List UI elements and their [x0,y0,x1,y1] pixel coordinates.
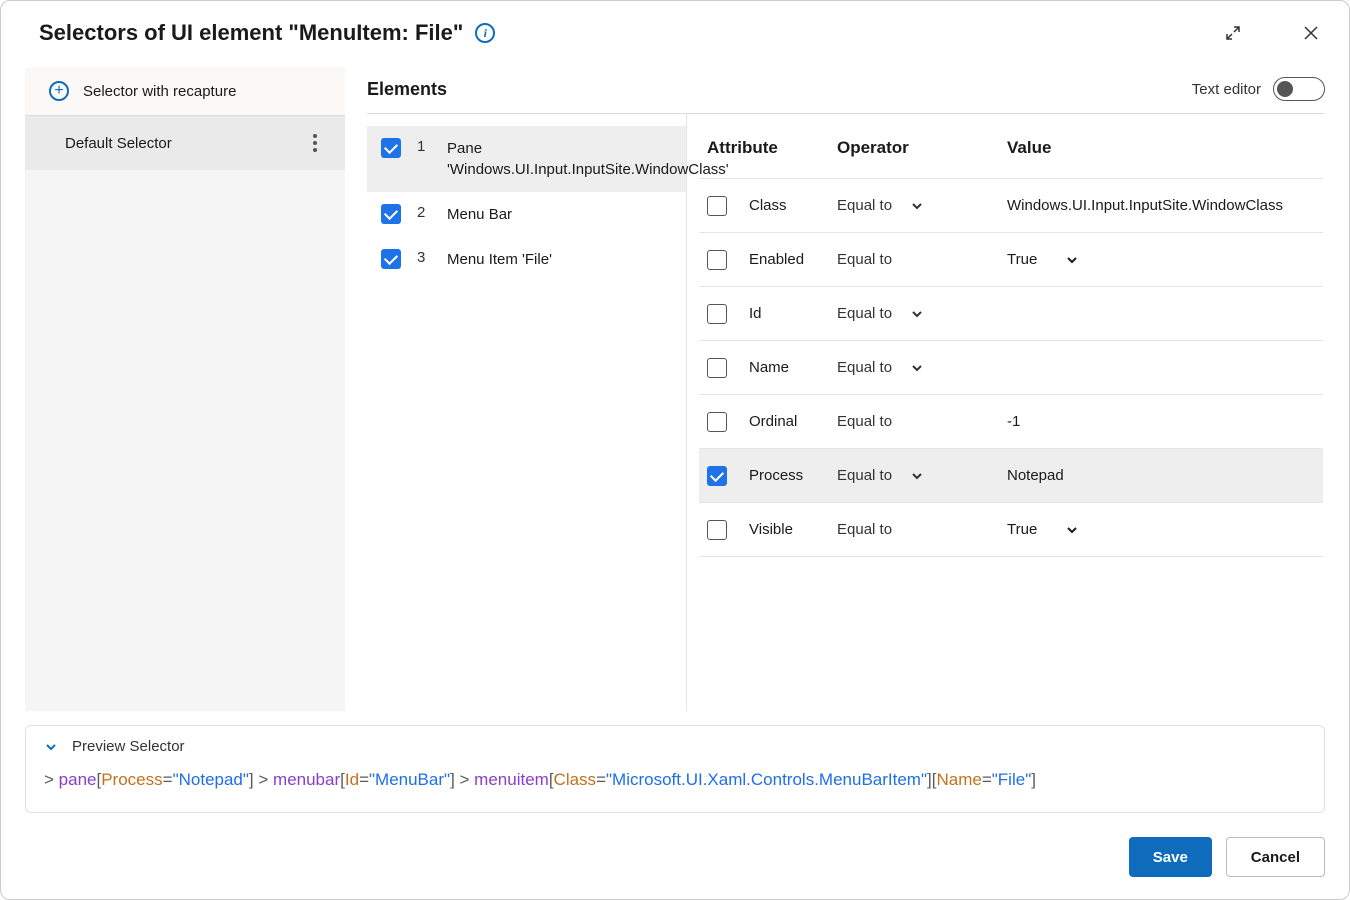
elements-list: 1 Pane 'Windows.UI.Input.InputSite.Windo… [367,114,687,711]
operator-dropdown[interactable]: Equal to [837,521,1007,538]
cancel-button[interactable]: Cancel [1226,837,1325,877]
attribute-value: Windows.UI.Input.InputSite.WindowClass [1007,197,1283,214]
operator-value: Equal to [837,305,892,322]
element-number: 1 [417,138,431,155]
operator-dropdown[interactable]: Equal to [837,197,1007,214]
attribute-name: Visible [749,521,837,538]
toggle-knob [1277,81,1293,97]
attribute-name: Name [749,359,837,376]
save-button[interactable]: Save [1129,837,1212,877]
info-icon[interactable]: i [475,23,495,43]
dialog-footer: Save Cancel [25,837,1325,877]
chevron-down-icon [1065,523,1079,537]
chevron-down-icon [44,740,58,754]
col-operator: Operator [837,138,1007,158]
attribute-name: Class [749,197,837,214]
attribute-row: Process Equal to Notepad [699,448,1323,502]
chevron-down-icon [910,199,924,213]
selector-with-recapture-button[interactable]: + Selector with recapture [25,67,345,116]
value-cell[interactable]: True [1007,251,1315,268]
element-number: 3 [417,249,431,266]
attributes-header: Attribute Operator Value [699,114,1323,178]
attribute-row: Name Equal to [699,340,1323,394]
operator-value: Equal to [837,251,892,268]
col-value: Value [1007,138,1315,158]
recapture-label: Selector with recapture [83,83,236,100]
attribute-checkbox[interactable] [707,250,727,270]
attribute-row: Visible Equal to True [699,502,1323,556]
close-icon[interactable] [1297,19,1325,47]
expand-icon[interactable] [1219,19,1247,47]
attributes-panel: Attribute Operator Value Class Equal to … [687,114,1325,711]
preview-selector-text: > pane[Process="Notepad"] > menubar[Id="… [44,765,1306,796]
selector-builder-dialog: Selectors of UI element "MenuItem: File"… [0,0,1350,900]
operator-dropdown[interactable]: Equal to [837,359,1007,376]
value-cell[interactable]: Notepad [1007,467,1315,484]
dialog-title: Selectors of UI element "MenuItem: File" [39,20,463,46]
sidebar-selector-item[interactable]: Default Selector [25,116,345,170]
element-checkbox[interactable] [381,249,401,269]
value-cell[interactable]: True [1007,521,1315,538]
main-panel: Elements Text editor 1 Pane 'Windows.UI.… [345,67,1325,711]
operator-value: Equal to [837,413,892,430]
attribute-name: Process [749,467,837,484]
dialog-body: + Selector with recapture Default Select… [25,67,1325,711]
preview-header[interactable]: Preview Selector [44,738,1306,755]
attribute-checkbox[interactable] [707,466,727,486]
operator-dropdown[interactable]: Equal to [837,305,1007,322]
attribute-checkbox[interactable] [707,520,727,540]
col-attribute: Attribute [707,138,837,158]
text-editor-toggle[interactable] [1273,77,1325,101]
value-cell[interactable]: -1 [1007,413,1315,430]
operator-value: Equal to [837,521,892,538]
attribute-value: True [1007,521,1037,538]
operator-value: Equal to [837,197,892,214]
main-header: Elements Text editor [367,67,1325,114]
operator-dropdown[interactable]: Equal to [837,467,1007,484]
attribute-value: -1 [1007,413,1020,430]
attribute-name: Enabled [749,251,837,268]
attribute-name: Id [749,305,837,322]
text-editor-label: Text editor [1192,81,1261,98]
element-number: 2 [417,204,431,221]
element-row[interactable]: 2 Menu Bar [367,192,686,237]
chevron-down-icon [1065,253,1079,267]
element-row[interactable]: 1 Pane 'Windows.UI.Input.InputSite.Windo… [367,126,686,192]
attribute-value: True [1007,251,1037,268]
element-label: Menu Item 'File' [447,249,552,270]
attribute-checkbox[interactable] [707,304,727,324]
chevron-down-icon [910,361,924,375]
attribute-row: Enabled Equal to True [699,232,1323,286]
attribute-row: Id Equal to [699,286,1323,340]
dialog-header: Selectors of UI element "MenuItem: File"… [25,19,1325,47]
selector-label: Default Selector [65,135,172,152]
attribute-row: Ordinal Equal to -1 [699,394,1323,448]
sidebar: + Selector with recapture Default Select… [25,67,345,711]
attribute-name: Ordinal [749,413,837,430]
attribute-value: Notepad [1007,467,1064,484]
attribute-row: Class Equal to Windows.UI.Input.InputSit… [699,178,1323,232]
attribute-checkbox[interactable] [707,196,727,216]
chevron-down-icon [910,469,924,483]
operator-dropdown[interactable]: Equal to [837,413,1007,430]
chevron-down-icon [910,307,924,321]
attribute-checkbox[interactable] [707,358,727,378]
element-checkbox[interactable] [381,204,401,224]
preview-label: Preview Selector [72,738,185,755]
value-cell[interactable]: Windows.UI.Input.InputSite.WindowClass [1007,197,1315,214]
preview-selector-panel: Preview Selector > pane[Process="Notepad… [25,725,1325,813]
operator-dropdown[interactable]: Equal to [837,251,1007,268]
operator-value: Equal to [837,467,892,484]
element-row[interactable]: 3 Menu Item 'File' [367,237,686,282]
attribute-checkbox[interactable] [707,412,727,432]
plus-circle-icon: + [49,81,69,101]
element-checkbox[interactable] [381,138,401,158]
operator-value: Equal to [837,359,892,376]
element-label: Menu Bar [447,204,512,225]
content-area: 1 Pane 'Windows.UI.Input.InputSite.Windo… [367,114,1325,711]
more-vertical-icon[interactable] [309,130,321,156]
elements-heading: Elements [367,79,447,100]
